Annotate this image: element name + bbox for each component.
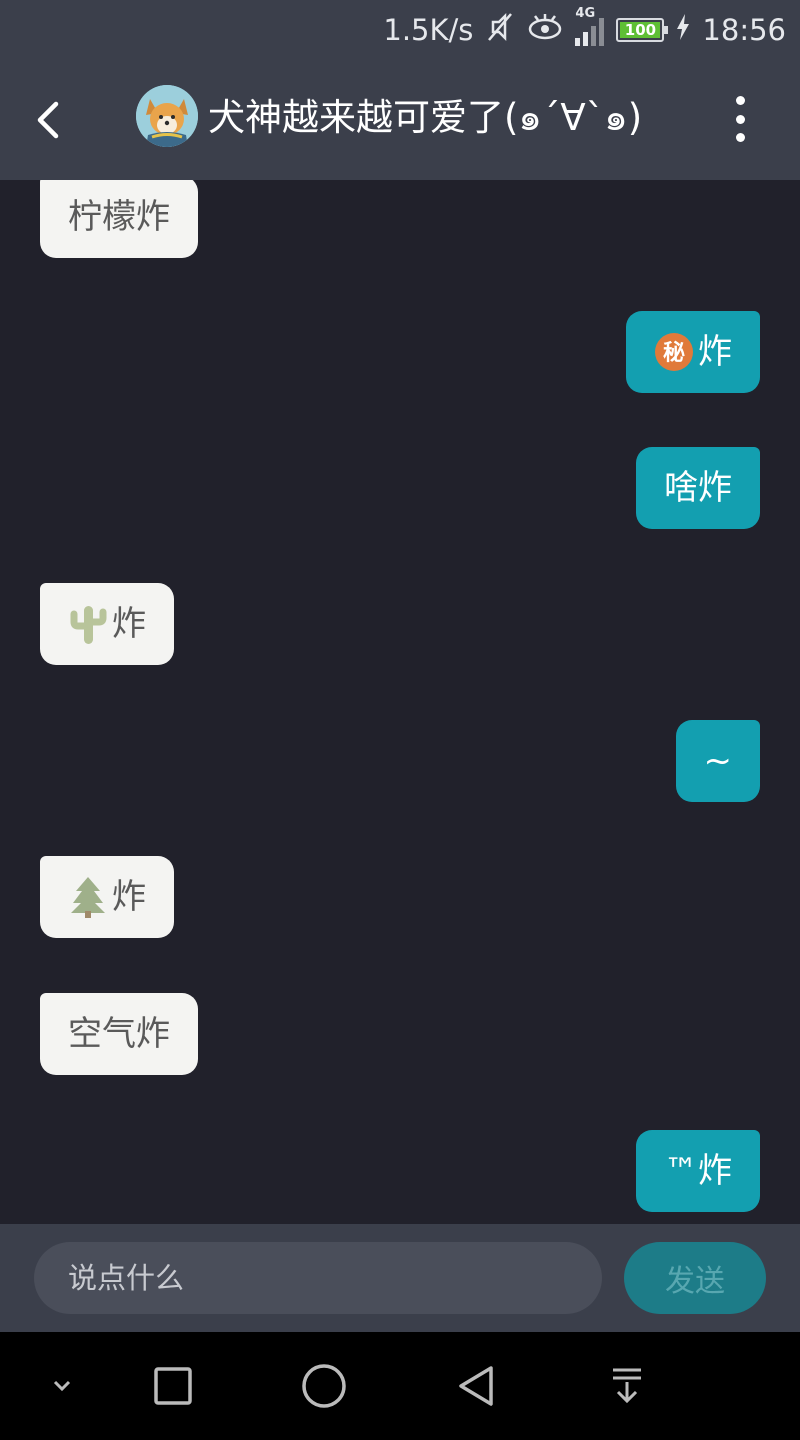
message-bubble-incoming[interactable]: 空气炸 <box>40 993 198 1075</box>
more-menu-button[interactable] <box>726 96 754 142</box>
chat-title: 犬神越来越可爱了(๑´∀`๑) <box>208 96 643 139</box>
message-input[interactable] <box>34 1242 602 1314</box>
message-bubble-outgoing[interactable]: ~ <box>675 720 760 802</box>
message-bubble-incoming[interactable]: 柠檬炸 <box>40 180 198 258</box>
message-text: ™炸 <box>664 1151 732 1191</box>
triangle-back-icon <box>459 1366 493 1406</box>
secret-emoji-icon: 秘 <box>654 332 694 372</box>
tree-emoji-icon <box>68 875 108 919</box>
message-bubble-incoming[interactable]: 炸 <box>40 856 174 938</box>
message-text: 啥炸 <box>664 468 732 508</box>
charging-icon <box>676 13 690 47</box>
message-text: 炸 <box>112 604 146 644</box>
hide-nav-button[interactable] <box>34 1358 90 1414</box>
message-bubble-outgoing[interactable]: 秘 炸 <box>626 311 760 393</box>
more-dot-icon <box>735 96 745 105</box>
message-list[interactable]: 柠檬炸 秘 炸 啥炸 炸 ~ 炸 空气炸 ™炸 <box>0 180 800 1224</box>
message-bubble-incoming[interactable]: 炸 <box>40 583 174 665</box>
more-dot-icon <box>735 133 745 142</box>
message-bubble-outgoing[interactable]: 啥炸 <box>636 447 760 529</box>
network-type: 4G <box>575 6 596 21</box>
home-button[interactable] <box>296 1358 352 1414</box>
square-icon <box>154 1367 192 1405</box>
mute-icon <box>485 10 515 51</box>
battery-level: 100 <box>620 21 661 39</box>
message-text: ~ <box>703 741 733 781</box>
chat-header: 犬神越来越可爱了(๑´∀`๑) <box>0 60 800 180</box>
chevron-left-icon <box>37 101 59 139</box>
clock: 18:56 <box>702 13 786 47</box>
message-text: 空气炸 <box>68 1014 170 1054</box>
message-text: 柠檬炸 <box>68 197 170 237</box>
network-speed: 1.5K/s <box>383 13 474 47</box>
message-bubble-outgoing[interactable]: ™炸 <box>636 1130 760 1212</box>
shiba-avatar-icon <box>136 85 198 147</box>
cactus-emoji-icon <box>68 602 108 646</box>
more-dot-icon <box>735 114 745 124</box>
signal-icon: 4G <box>575 6 605 46</box>
composer-bar: 发送 <box>0 1224 800 1332</box>
eye-comfort-icon <box>527 12 563 49</box>
system-nav-bar <box>0 1332 800 1440</box>
pull-down-icon <box>613 1368 641 1404</box>
recents-button[interactable] <box>145 1358 201 1414</box>
battery-icon: 100 <box>616 18 669 42</box>
message-text: 炸 <box>112 877 146 917</box>
send-button[interactable]: 发送 <box>624 1242 766 1314</box>
circle-icon <box>302 1364 346 1408</box>
status-bar: 1.5K/s 4G 100 18:56 <box>0 0 800 60</box>
notification-pull-button[interactable] <box>599 1358 655 1414</box>
message-text: 炸 <box>698 332 732 372</box>
back-nav-button[interactable] <box>448 1358 504 1414</box>
chevron-down-icon <box>53 1380 71 1392</box>
svg-text:秘: 秘 <box>663 340 685 366</box>
back-button[interactable] <box>28 94 72 146</box>
avatar[interactable] <box>136 85 198 147</box>
